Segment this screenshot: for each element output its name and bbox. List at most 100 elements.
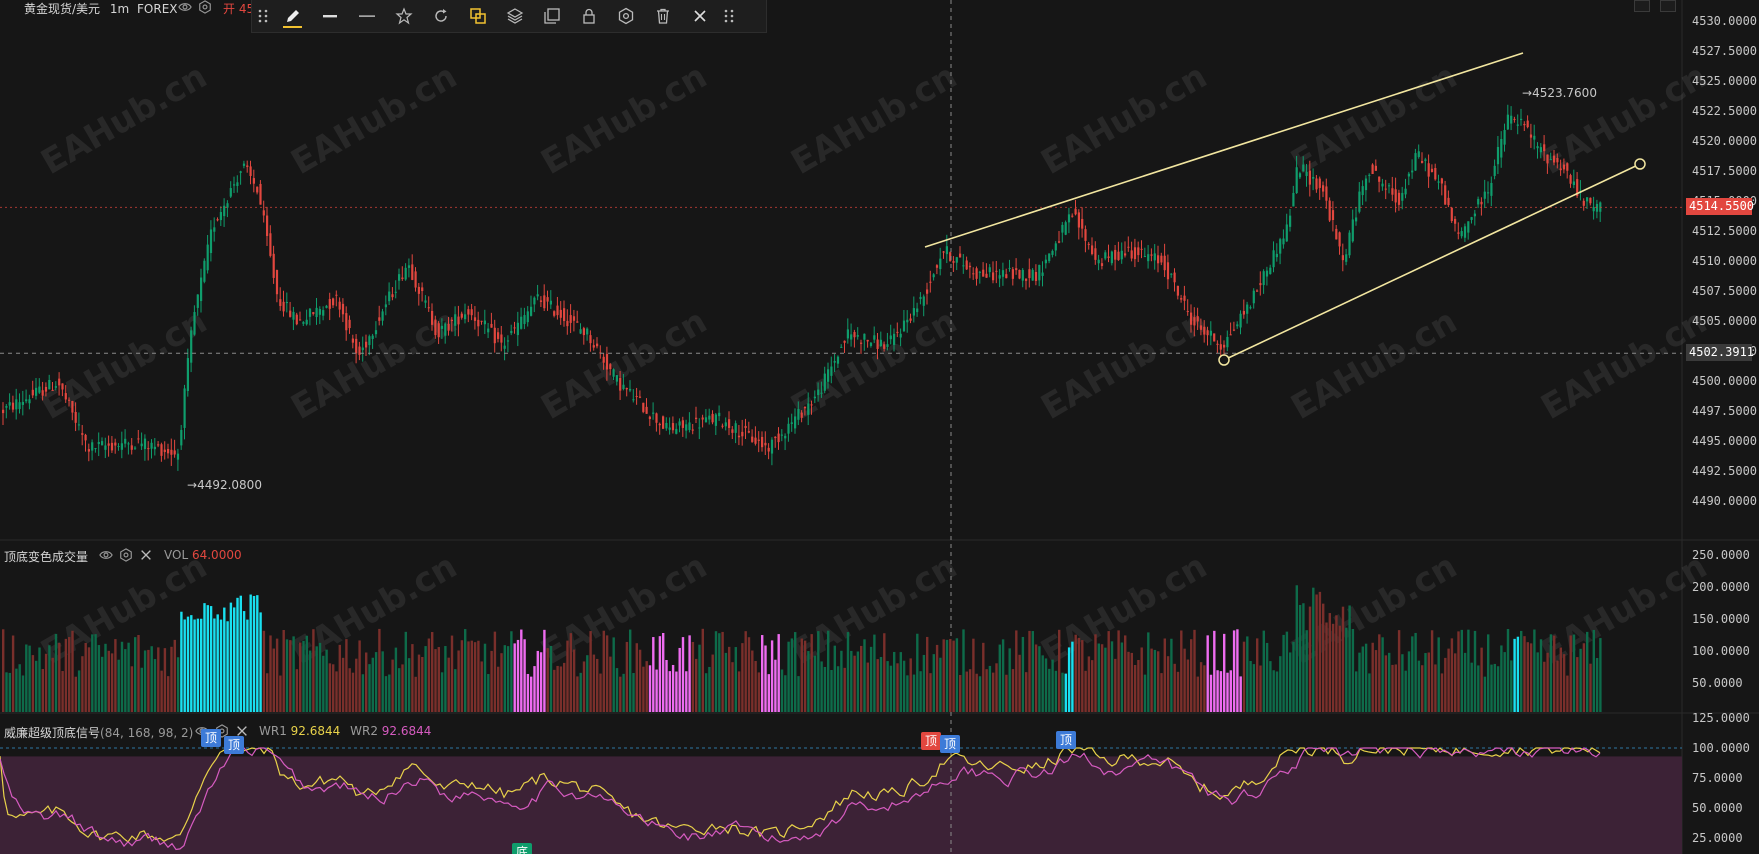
layers-button[interactable] bbox=[496, 0, 533, 33]
candle-body bbox=[1166, 262, 1170, 280]
candle-body bbox=[101, 441, 104, 446]
candle-body bbox=[1104, 252, 1107, 259]
volume-bar bbox=[671, 664, 675, 712]
volume-bar bbox=[417, 654, 421, 712]
volume-bar bbox=[437, 647, 440, 712]
candle-body bbox=[856, 335, 859, 337]
reset-button[interactable] bbox=[422, 0, 459, 33]
top-signal-badge[interactable]: 顶 bbox=[201, 729, 221, 747]
lock-button[interactable] bbox=[570, 0, 607, 33]
candle-body bbox=[1569, 175, 1572, 184]
volume-bar bbox=[883, 633, 886, 712]
volume-bar bbox=[200, 618, 203, 712]
volume-bar bbox=[1421, 665, 1424, 712]
candle-body bbox=[1298, 173, 1302, 178]
close-icon[interactable] bbox=[139, 548, 153, 562]
channel-upper-line[interactable] bbox=[924, 52, 1524, 248]
volume-bar bbox=[665, 660, 668, 712]
volume-bar bbox=[68, 637, 71, 712]
candle-body bbox=[130, 445, 133, 450]
collapse-down-button[interactable] bbox=[1634, 0, 1650, 12]
clone-button[interactable] bbox=[533, 0, 570, 33]
candle-body bbox=[157, 444, 160, 446]
volume-bar bbox=[889, 665, 893, 712]
candle-body bbox=[477, 319, 480, 327]
open-label: 开 bbox=[223, 2, 236, 16]
candle-body bbox=[1124, 253, 1127, 256]
volume-bar bbox=[586, 655, 589, 712]
candle-body bbox=[110, 442, 114, 451]
candle-body bbox=[506, 340, 510, 342]
close-toolbar-button[interactable] bbox=[681, 0, 718, 33]
minimize-button[interactable] bbox=[1660, 0, 1676, 12]
volume-bar bbox=[193, 619, 196, 712]
channel-anchor-handle[interactable] bbox=[1634, 158, 1646, 170]
vol-value: 64.0000 bbox=[191, 548, 242, 562]
candle-body bbox=[371, 335, 374, 339]
candle-body bbox=[1457, 232, 1460, 234]
candle-body bbox=[1246, 304, 1249, 314]
candle-body bbox=[200, 277, 203, 302]
volume-bar bbox=[510, 631, 513, 712]
candle-body bbox=[645, 406, 648, 414]
candle-body bbox=[1265, 270, 1269, 277]
gear-icon[interactable] bbox=[119, 548, 133, 562]
candle-body bbox=[315, 307, 318, 318]
volume-bar bbox=[1483, 676, 1487, 712]
channel-anchor-handle[interactable] bbox=[1218, 354, 1230, 366]
toolbar-drag-handle[interactable] bbox=[252, 0, 274, 33]
candle-body bbox=[236, 182, 239, 187]
low-value: 4492.0800 bbox=[197, 478, 262, 492]
volume-bar bbox=[305, 635, 308, 712]
volume-bar bbox=[1074, 634, 1077, 712]
volume-bar bbox=[1526, 642, 1529, 712]
favorite-button[interactable] bbox=[385, 0, 422, 33]
top-signal-badge[interactable]: 顶 bbox=[224, 736, 244, 754]
candle-body bbox=[107, 443, 110, 446]
volume-bar bbox=[579, 672, 582, 712]
volume-bar bbox=[536, 650, 539, 712]
chart-app[interactable]: EAHub.cn EAHub.cn EAHub.cn EAHub.cn EAHub.cn… bbox=[0, 0, 1759, 854]
volume-bar bbox=[955, 638, 959, 712]
candle-body bbox=[1226, 336, 1229, 348]
top-signal-badge[interactable]: 顶 bbox=[921, 732, 941, 750]
volume-bar bbox=[1384, 655, 1388, 712]
eye-icon[interactable] bbox=[99, 548, 113, 562]
candle-body bbox=[563, 308, 566, 322]
toolbar-drag-handle[interactable] bbox=[718, 0, 740, 33]
candle-body bbox=[582, 328, 585, 336]
top-signal-badge[interactable]: 顶 bbox=[940, 735, 960, 753]
candle-body bbox=[305, 319, 308, 325]
volume-bar bbox=[137, 635, 140, 712]
volume-bar bbox=[520, 629, 523, 712]
volume-bar bbox=[728, 646, 731, 712]
delete-button[interactable] bbox=[644, 0, 681, 33]
eye-icon[interactable] bbox=[178, 0, 192, 14]
top-signal-badge[interactable]: 顶 bbox=[1056, 731, 1076, 749]
volume-bar bbox=[1536, 652, 1539, 712]
volume-bar bbox=[1186, 659, 1190, 712]
candle-body bbox=[1011, 269, 1014, 279]
volume-bar bbox=[269, 635, 272, 712]
bottom-signal-badge[interactable]: 底 bbox=[512, 843, 532, 854]
gear-icon[interactable] bbox=[198, 0, 212, 14]
volume-bar bbox=[1404, 670, 1407, 712]
line-style-button[interactable] bbox=[348, 0, 385, 33]
volume-bar bbox=[1572, 634, 1576, 712]
volume-tick-label: 200.0000 bbox=[1692, 580, 1750, 594]
draw-pencil-button[interactable] bbox=[274, 0, 311, 33]
candle-body bbox=[447, 323, 450, 331]
color-picker-button[interactable] bbox=[459, 0, 496, 33]
candle-body bbox=[757, 439, 760, 441]
line-width-thick-button[interactable] bbox=[311, 0, 348, 33]
volume-bar bbox=[530, 676, 533, 712]
volume-bar bbox=[853, 655, 856, 712]
volume-bar bbox=[48, 645, 51, 712]
wr-legend: WR1 92.6844 WR2 92.6844 bbox=[259, 724, 431, 738]
volume-bar bbox=[992, 672, 995, 712]
candle-body bbox=[361, 347, 364, 351]
volume-bar bbox=[31, 655, 35, 712]
settings-button[interactable] bbox=[607, 0, 644, 33]
candle-body bbox=[1529, 134, 1533, 138]
candle-body bbox=[1232, 329, 1236, 331]
